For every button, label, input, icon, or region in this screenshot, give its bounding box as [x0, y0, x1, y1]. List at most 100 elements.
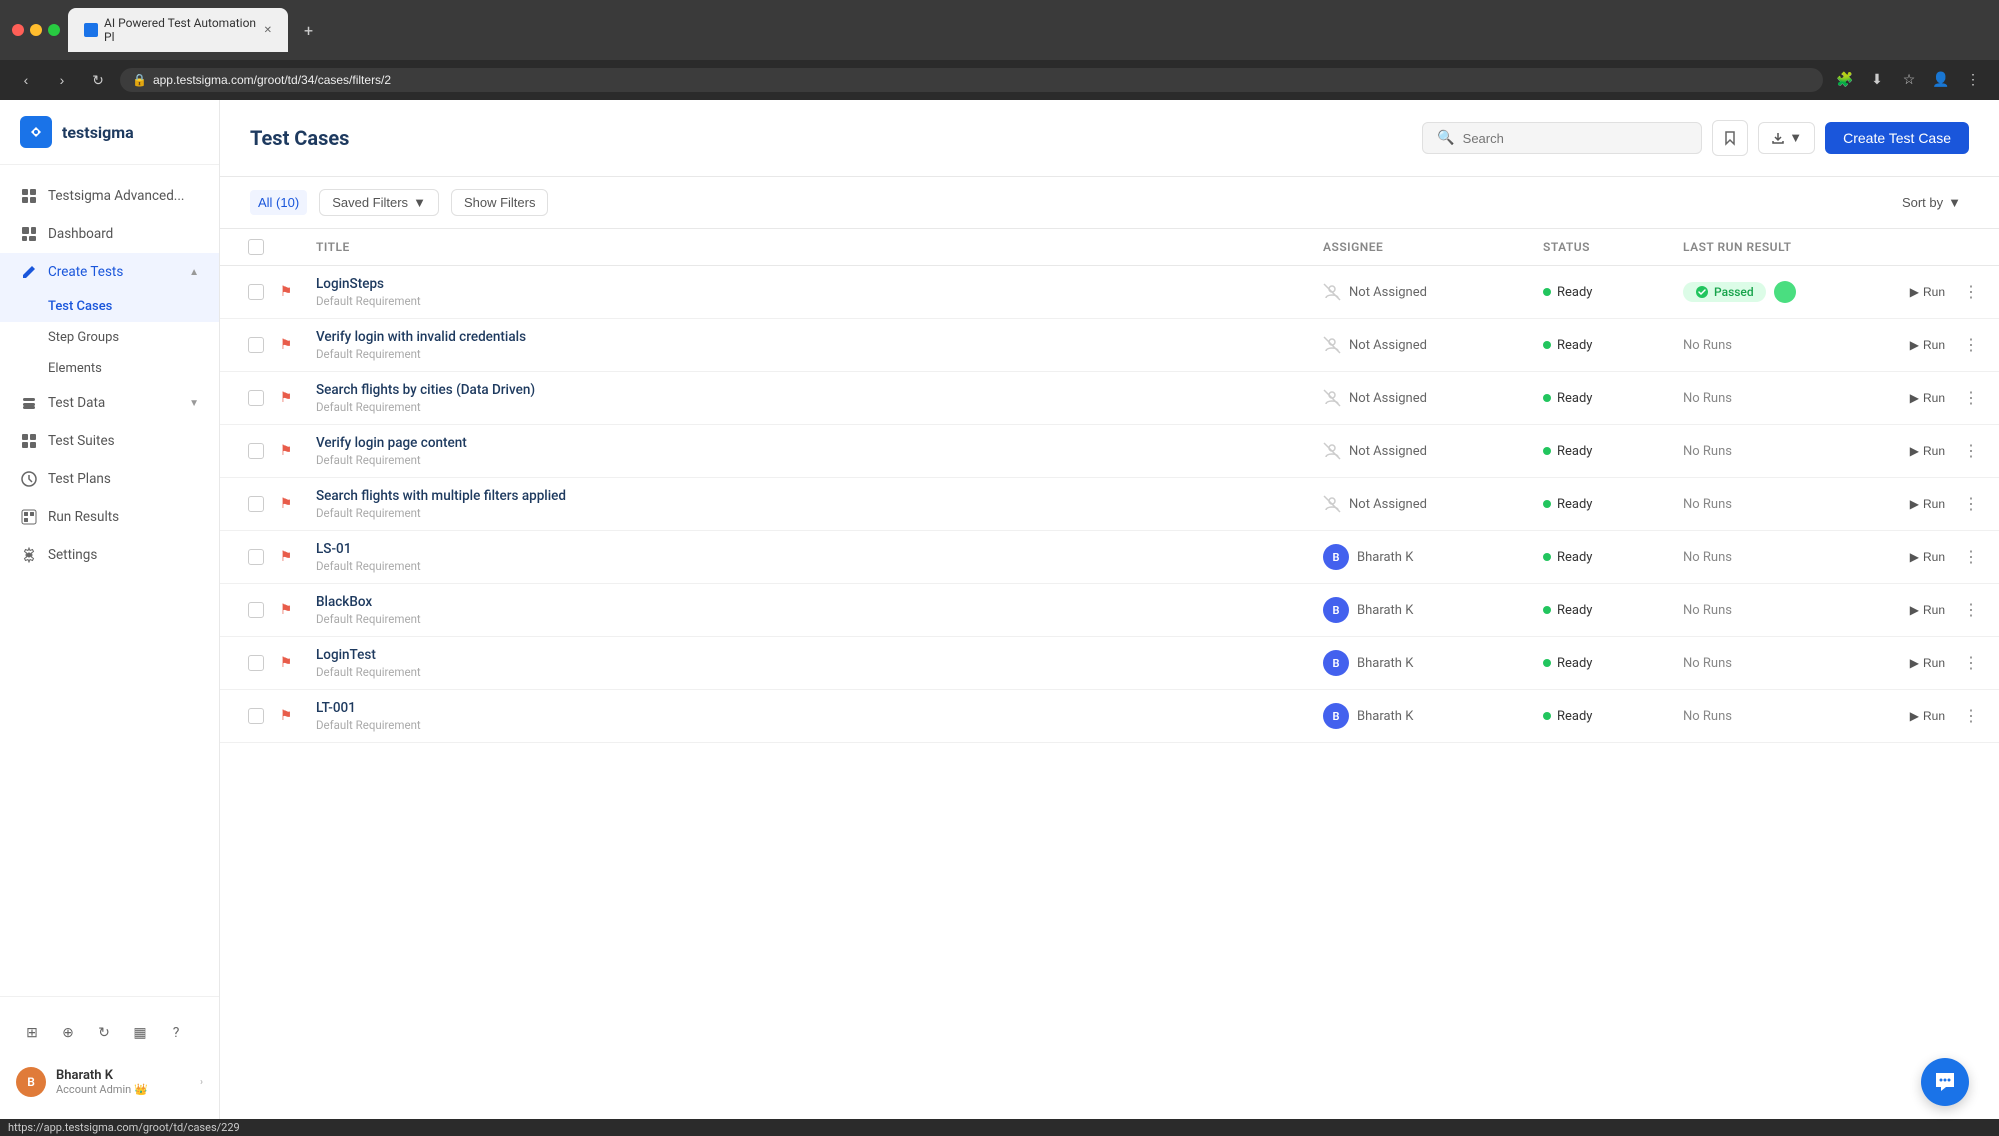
table-row: ⚑ Search flights by cities (Data Driven)… — [220, 372, 1999, 425]
back-button[interactable]: ‹ — [12, 66, 40, 94]
test-case-requirement: Default Requirement — [316, 400, 1323, 414]
user-profile[interactable]: B Bharath K Account Admin 👑 › — [0, 1057, 219, 1107]
status-label: Ready — [1557, 497, 1592, 512]
more-options-button[interactable]: ⋮ — [1959, 704, 1983, 728]
run-button[interactable]: ▶ Run — [1904, 388, 1951, 408]
status-cell: Ready — [1543, 656, 1683, 671]
run-button[interactable]: ▶ Run — [1904, 547, 1951, 567]
last-run-cell: No Runs — [1683, 550, 1863, 565]
page-title: Test Cases — [250, 126, 1406, 150]
test-case-title[interactable]: Search flights with multiple filters app… — [316, 488, 1323, 504]
templates-icon[interactable]: ▦ — [124, 1017, 156, 1049]
status-label: Ready — [1557, 391, 1592, 406]
search-box[interactable]: 🔍 — [1422, 122, 1702, 154]
sidebar-item-create-tests[interactable]: Create Tests ▲ — [0, 253, 219, 291]
sidebar-item-test-cases[interactable]: Test Cases — [0, 291, 219, 322]
run-triangle-icon: ▶ — [1910, 656, 1919, 670]
sidebar-item-test-suites[interactable]: Test Suites — [0, 422, 219, 460]
sidebar-item-dashboard[interactable]: Dashboard — [0, 215, 219, 253]
create-test-case-button[interactable]: Create Test Case — [1825, 122, 1969, 154]
row-checkbox[interactable] — [248, 496, 264, 512]
address-bar[interactable]: 🔒 — [120, 68, 1823, 92]
new-tab-button[interactable]: + — [296, 13, 321, 48]
sidebar-item-run-results[interactable]: Run Results — [0, 498, 219, 536]
row-checkbox[interactable] — [248, 602, 264, 618]
more-options-button[interactable]: ⋮ — [1959, 651, 1983, 675]
more-options-button[interactable]: ⋮ — [1959, 492, 1983, 516]
menu-icon[interactable]: ⋮ — [1959, 66, 1987, 94]
integrations-icon[interactable]: ⊞ — [16, 1017, 48, 1049]
show-filters-button[interactable]: Show Filters — [451, 189, 549, 216]
help-icon[interactable]: ? — [160, 1017, 192, 1049]
profile-icon[interactable]: 👤 — [1927, 66, 1955, 94]
bookmark-test-icon[interactable] — [1712, 120, 1748, 156]
minimize-button[interactable] — [30, 24, 42, 36]
row-checkbox[interactable] — [248, 443, 264, 459]
sidebar-item-step-groups[interactable]: Step Groups — [0, 322, 219, 353]
sidebar-item-settings[interactable]: Settings — [0, 536, 219, 574]
chat-bubble-button[interactable] — [1921, 1058, 1969, 1106]
more-options-button[interactable]: ⋮ — [1959, 386, 1983, 410]
test-case-title[interactable]: LT-001 — [316, 700, 1323, 716]
test-case-title[interactable]: Search flights by cities (Data Driven) — [316, 382, 1323, 398]
sidebar-item-test-data[interactable]: Test Data ▼ — [0, 384, 219, 422]
maximize-button[interactable] — [48, 24, 60, 36]
run-button[interactable]: ▶ Run — [1904, 441, 1951, 461]
sort-by-button[interactable]: Sort by ▼ — [1894, 190, 1969, 215]
test-case-title[interactable]: Verify login with invalid credentials — [316, 329, 1323, 345]
more-options-button[interactable]: ⋮ — [1959, 333, 1983, 357]
sync-icon[interactable]: ↻ — [88, 1017, 120, 1049]
test-case-title[interactable]: LoginTest — [316, 647, 1323, 663]
row-checkbox[interactable] — [248, 655, 264, 671]
priority-flag: ⚑ — [276, 282, 296, 302]
tab-close-button[interactable]: ✕ — [264, 25, 272, 36]
last-run-cell: No Runs — [1683, 497, 1863, 512]
run-button[interactable]: ▶ Run — [1904, 600, 1951, 620]
row-checkbox[interactable] — [248, 708, 264, 724]
no-runs-label: No Runs — [1683, 603, 1732, 618]
extensions-icon[interactable]: 🧩 — [1831, 66, 1859, 94]
header-assignee: Assignee — [1323, 240, 1543, 254]
test-case-name-cell: Search flights by cities (Data Driven) D… — [316, 382, 1323, 414]
assignee-name: Bharath K — [1357, 603, 1413, 618]
more-options-button[interactable]: ⋮ — [1959, 439, 1983, 463]
refresh-button[interactable]: ↻ — [84, 66, 112, 94]
export-button[interactable]: ▼ — [1758, 122, 1815, 154]
test-case-title[interactable]: LS-01 — [316, 541, 1323, 557]
forward-button[interactable]: › — [48, 66, 76, 94]
traffic-lights — [12, 24, 60, 36]
close-button[interactable] — [12, 24, 24, 36]
assignee-cell: Not Assigned — [1323, 283, 1543, 301]
test-case-title[interactable]: Verify login page content — [316, 435, 1323, 451]
sidebar-item-testsigma-advanced[interactable]: Testsigma Advanced... — [0, 177, 219, 215]
addons-icon[interactable]: ⊕ — [52, 1017, 84, 1049]
status-dot — [1543, 606, 1551, 614]
run-button[interactable]: ▶ Run — [1904, 335, 1951, 355]
browser-tab[interactable]: AI Powered Test Automation Pl ✕ — [68, 8, 288, 52]
row-checkbox[interactable] — [248, 284, 264, 300]
last-run-cell: No Runs — [1683, 603, 1863, 618]
test-case-title[interactable]: BlackBox — [316, 594, 1323, 610]
more-options-button[interactable]: ⋮ — [1959, 598, 1983, 622]
sidebar-item-test-plans[interactable]: Test Plans — [0, 460, 219, 498]
run-button[interactable]: ▶ Run — [1904, 653, 1951, 673]
all-filter-button[interactable]: All (10) — [250, 190, 307, 215]
bookmark-icon[interactable]: ☆ — [1895, 66, 1923, 94]
download-icon[interactable]: ⬇ — [1863, 66, 1891, 94]
search-input[interactable] — [1463, 131, 1688, 146]
select-all-checkbox[interactable] — [248, 239, 264, 255]
row-checkbox[interactable] — [248, 337, 264, 353]
more-options-button[interactable]: ⋮ — [1959, 545, 1983, 569]
row-checkbox[interactable] — [248, 390, 264, 406]
run-button[interactable]: ▶ Run — [1904, 282, 1951, 302]
run-button[interactable]: ▶ Run — [1904, 494, 1951, 514]
run-button[interactable]: ▶ Run — [1904, 706, 1951, 726]
url-input[interactable] — [153, 73, 1811, 87]
more-options-button[interactable]: ⋮ — [1959, 280, 1983, 304]
sidebar-item-elements[interactable]: Elements — [0, 353, 219, 384]
saved-filters-button[interactable]: Saved Filters ▼ — [319, 189, 439, 216]
run-triangle-icon: ▶ — [1910, 444, 1919, 458]
row-checkbox[interactable] — [248, 549, 264, 565]
browser-action-buttons: 🧩 ⬇ ☆ 👤 ⋮ — [1831, 66, 1987, 94]
test-case-title[interactable]: LoginSteps — [316, 276, 1323, 292]
